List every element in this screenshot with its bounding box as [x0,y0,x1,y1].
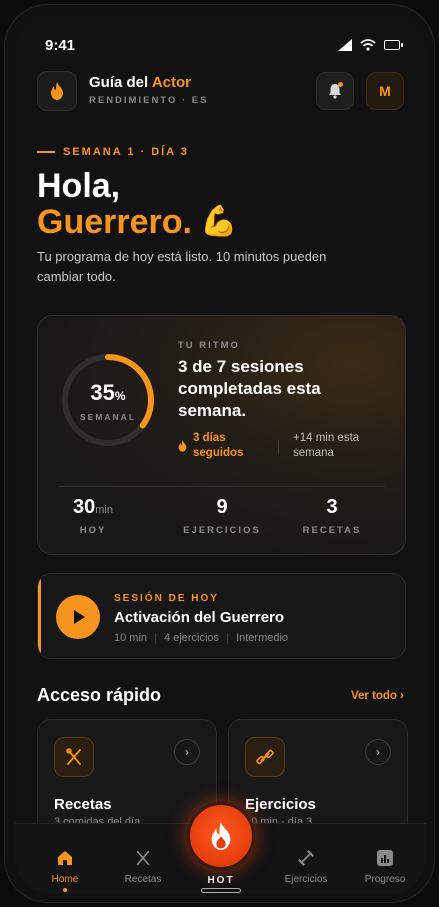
brand-accent: Actor [151,74,191,91]
notification-dot [338,82,343,87]
flame-icon [51,82,63,100]
accent-line [37,151,55,153]
divider [155,633,157,644]
brand-prefix: Guía del [89,74,149,91]
stat-today: 30min HOY [38,496,148,536]
fork-knife-icon [108,848,178,868]
home-indicator [201,888,241,893]
home-icon [30,848,100,868]
divider [278,440,279,454]
stat-value: 3 [326,496,338,518]
greeting-intro: Tu programa de hoy está listo. 10 minuto… [37,249,327,284]
app-screen: 9:41 Guía del Actor RENDIMIENTO · ES M S… [15,15,426,894]
avatar[interactable]: M [366,72,404,110]
streak-text: 3 días seguidos [193,432,244,459]
status-time: 9:41 [45,37,76,54]
weekly-progress-ring: 35% SEMANAL [58,350,158,450]
fork-knife-icon [54,737,94,777]
divider [227,633,229,644]
tab-label: Home [51,874,79,885]
session-duration: 10 min [114,632,148,644]
notifications-button[interactable] [316,72,354,110]
week-indicator: SEMANA 1 · DÍA 3 [37,146,189,158]
chevron-right-icon[interactable]: › [174,739,200,765]
app-header: Guía del Actor RENDIMIENTO · ES M [37,71,404,113]
brand-title: Guía del Actor [89,74,208,91]
tab-label: Recetas [124,874,162,885]
play-button[interactable] [56,595,100,639]
session-label: SESIÓN DE HOY [114,593,219,604]
flame-icon [178,440,187,452]
greeting-heading: Hola, Guerrero. 💪 [37,168,237,240]
session-meta: 10 min 4 ejercicios Intermedio [114,632,288,644]
tab-label: Progreso [364,874,406,885]
dumbbell-icon [245,737,285,777]
signal-icon [338,39,352,51]
brand: Guía del Actor RENDIMIENTO · ES [89,74,208,106]
phone-frame: 9:41 Guía del Actor RENDIMIENTO · ES M S… [4,4,435,903]
rhythm-card[interactable]: 35% SEMANAL TU RITMO 3 de 7 sesiones com… [37,315,406,555]
battery-icon [384,40,403,50]
status-icons [338,39,403,51]
see-all-link[interactable]: Ver todo › [351,690,404,702]
greeting-hello: Hola, [37,167,121,205]
tab-progress[interactable]: Progreso [350,848,420,885]
stat-value: 30 [73,496,96,518]
session-level: Intermedio [236,632,289,644]
flame-icon [211,822,231,850]
hot-label: HOT [207,875,235,886]
flexed-arm-icon: 💪 [199,205,238,238]
status-bar: 9:41 [15,37,426,57]
tab-exercises[interactable]: Ejercicios [271,848,341,885]
stat-recipes: 3 RECETAS [277,496,387,536]
tab-recipes[interactable]: Recetas [108,848,178,885]
stat-label: EJERCICIOS [183,525,261,536]
hot-button[interactable] [187,802,255,870]
stat-label: HOY [79,525,107,536]
wifi-icon [360,39,376,51]
session-title: Activación del Guerrero [114,609,285,626]
tile-title: Ejercicios [245,796,316,813]
stat-exercises: 9 EJERCICIOS [167,496,277,536]
active-dot [63,888,67,892]
tile-title: Recetas [54,796,112,813]
greeting-name: Guerrero. [37,203,192,241]
week-label: SEMANA 1 · DÍA 3 [63,146,189,158]
extra-minutes: +14 min esta semana [293,432,360,459]
rhythm-label: TU RITMO [178,340,240,351]
ring-label: SEMANAL [79,412,137,422]
quick-access-title: Acceso rápido [37,685,162,705]
tab-label: Ejercicios [284,874,328,885]
chevron-right-icon[interactable]: › [365,739,391,765]
today-session-card[interactable]: SESIÓN DE HOY Activación del Guerrero 10… [37,573,406,659]
rhythm-title: 3 de 7 sesiones completadas esta semana. [178,357,321,420]
streak: 3 días seguidos [178,431,253,461]
ring-percent: 35% [90,380,126,405]
accent-bar [38,574,41,658]
stat-value: 9 [216,496,228,518]
session-exercises: 4 ejercicios [164,632,220,644]
chart-icon [350,848,420,868]
play-icon [74,610,85,624]
tab-home[interactable]: Home [30,848,100,892]
stat-unit: min [95,504,113,516]
brand-subtitle: RENDIMIENTO · ES [89,95,209,106]
divider [58,486,385,487]
stat-label: RECETAS [302,525,362,536]
app-logo[interactable] [37,71,77,111]
dumbbell-icon [271,848,341,868]
